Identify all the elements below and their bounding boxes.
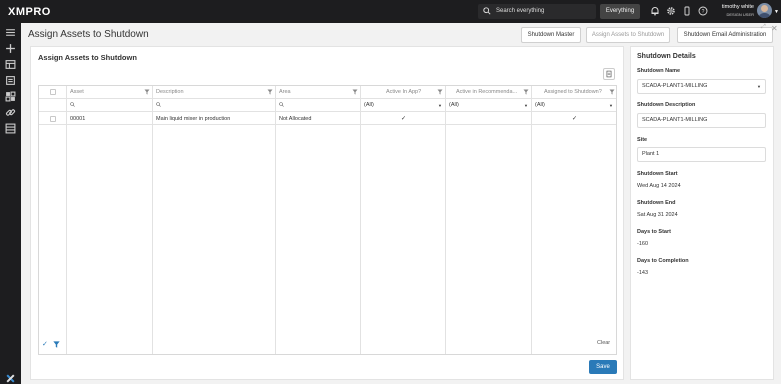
site-label: Site [637,137,648,143]
shutdown-start-label: Shutdown Start [637,171,678,177]
column-active-in-app [361,86,446,354]
search-input[interactable]: Search everything [478,4,596,19]
days-to-completion-label: Days to Completion [637,258,689,264]
app-logo[interactable]: XMPRO [8,6,51,18]
chevron-down-icon: ▼ [438,103,442,108]
filter-icon[interactable] [267,89,273,95]
bell-icon[interactable] [650,6,660,16]
shutdown-name-select[interactable]: SCADA-PLANT1-MILLING ▼ [637,79,766,94]
row-checkbox[interactable] [50,116,56,122]
column-select [39,86,67,354]
filter-icon[interactable] [352,89,358,95]
mobile-icon[interactable] [682,6,692,16]
page-title: Assign Assets to Shutdown [28,29,149,40]
chevron-down-icon: ▼ [524,103,528,108]
top-bar: XMPRO Search everything Everything ? tim… [0,0,781,23]
cell-asset: 00001 [70,116,86,122]
site-field[interactable]: Plant 1 [637,147,766,162]
header-area[interactable]: Area [279,86,291,99]
filter-icon[interactable] [437,89,443,95]
search-icon[interactable] [70,102,75,107]
column-asset [67,86,153,354]
resize-icon[interactable]: ⤢ [761,24,766,31]
assign-assets-panel: Assign Assets to Shutdown Asset Descript… [30,46,624,380]
close-icon[interactable]: ✕ [771,24,778,33]
svg-text:?: ? [702,9,705,15]
apply-filter-check-icon[interactable]: ✓ [42,340,48,348]
header-assigned[interactable]: Assigned to Shutdown? [544,86,602,99]
list-icon[interactable] [5,75,16,86]
gear-icon[interactable] [666,6,676,16]
shutdown-email-admin-button[interactable]: Shutdown Email Administration [677,27,773,43]
header-active-in-app[interactable]: Active In App? [386,86,421,99]
header-asset[interactable]: Asset [70,86,84,99]
dashboard-icon[interactable] [5,91,16,102]
table-row[interactable] [39,112,616,125]
cell-description: Main liquid mixer in production [156,116,231,122]
chevron-down-icon: ▼ [609,103,613,108]
assets-grid: Asset Description Area Active In App? Ac… [38,85,617,355]
check-icon[interactable]: ✓ [401,115,406,122]
shutdown-details-panel: Shutdown Details Shutdown Name SCADA-PLA… [630,46,774,380]
assign-assets-button[interactable]: Assign Assets to Shutdown [586,27,670,43]
filter-builder-icon[interactable] [53,341,60,348]
column-area [276,86,361,354]
search-icon[interactable] [279,102,284,107]
grid-icon[interactable] [5,123,16,134]
header-active-in-rec[interactable]: Active in Recommenda... [456,86,517,99]
column-active-in-rec [446,86,532,354]
active-in-app-filter-select[interactable]: (All) ▼ [364,101,442,110]
user-name: timothy white [721,4,754,10]
menu-icon[interactable] [5,27,16,38]
header-row [39,86,616,99]
assigned-filter-select[interactable]: (All) ▼ [535,101,613,110]
user-info[interactable]: timothy white DESIGN USER [716,4,754,18]
chevron-down-icon: ▼ [757,84,761,89]
check-icon[interactable]: ✓ [572,115,577,122]
shutdown-master-button[interactable]: Shutdown Master [521,27,581,43]
search-icon [483,7,491,15]
shutdown-end-value: Sat Aug 31 2024 [637,212,678,218]
days-to-completion-value: -143 [637,270,649,276]
filter-icon[interactable] [609,89,615,95]
table-icon[interactable] [5,59,16,70]
link-icon[interactable] [5,107,16,118]
sidebar [0,23,21,384]
days-to-start-value: -160 [637,241,649,247]
active-in-rec-filter-select[interactable]: (All) ▼ [449,101,528,110]
select-all-checkbox[interactable] [50,89,56,95]
column-description [153,86,276,354]
user-role: DESIGN USER [726,12,754,17]
chevron-down-icon[interactable]: ▼ [774,9,779,15]
filter-icon[interactable] [523,89,529,95]
search-placeholder: Search everything [496,8,545,14]
add-icon[interactable] [5,43,16,54]
details-title: Shutdown Details [637,53,696,60]
search-icon[interactable] [156,102,161,107]
cell-area: Not Allocated [279,116,312,122]
clear-filter-link[interactable]: Clear [597,340,610,346]
help-icon[interactable]: ? [698,6,708,16]
days-to-start-label: Days to Start [637,229,671,235]
shutdown-description-label: Shutdown Description [637,102,696,108]
export-icon[interactable] [603,68,615,80]
header-description[interactable]: Description [156,86,184,99]
search-scope-dropdown[interactable]: Everything [600,4,640,19]
panel-title: Assign Assets to Shutdown [38,53,137,62]
shutdown-start-value: Wed Aug 14 2024 [637,183,681,189]
shutdown-name-label: Shutdown Name [637,68,681,74]
shutdown-end-label: Shutdown End [637,200,676,206]
shutdown-description-field[interactable]: SCADA-PLANT1-MILLING [637,113,766,128]
filter-icon[interactable] [144,89,150,95]
save-button[interactable]: Save [589,360,617,374]
xmpro-x-logo-icon[interactable] [5,373,16,384]
avatar[interactable] [757,3,772,18]
filter-row [39,99,616,112]
